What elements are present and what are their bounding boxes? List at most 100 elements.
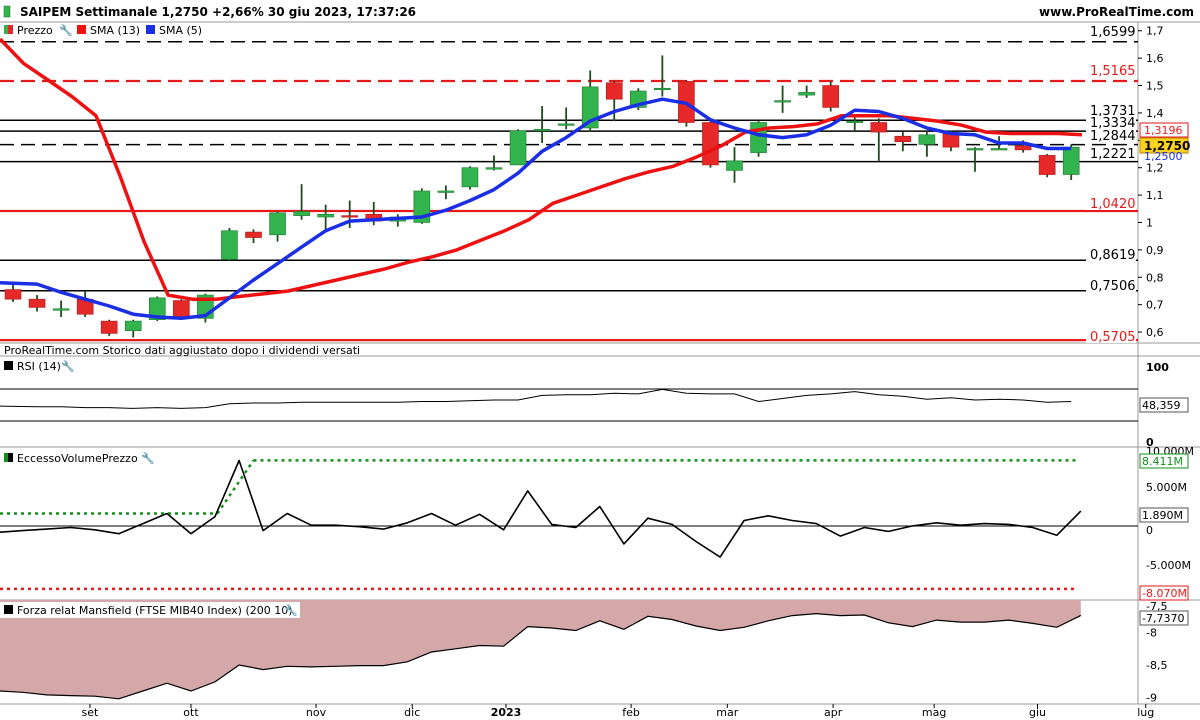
candle[interactable] <box>52 300 70 317</box>
y-tick-label: 1,5 <box>1146 80 1164 93</box>
candle[interactable] <box>245 229 262 244</box>
y-tick-label: 0,9 <box>1146 244 1164 257</box>
candle[interactable] <box>100 319 118 337</box>
candle[interactable] <box>461 166 479 190</box>
y-tick-label: 0,6 <box>1146 326 1164 339</box>
x-axis: set ott nov dic 2023 feb mar apr mag giu lug <box>82 704 1154 719</box>
level-label: 1,5165 <box>1090 64 1136 79</box>
candle-body <box>437 190 455 193</box>
settings-wrench-icon: 🔧 <box>61 359 75 373</box>
x-tick-label: giu <box>1029 706 1046 719</box>
x-tick-label: nov <box>306 706 327 719</box>
candle[interactable] <box>269 211 286 242</box>
x-tick-label: dic <box>404 706 420 719</box>
y-tick-label: 0,8 <box>1146 271 1164 284</box>
level-label: 1,2844 <box>1090 129 1136 144</box>
settings-wrench-icon: 🔧 <box>284 603 298 617</box>
candle-body <box>846 120 864 123</box>
level-label: 0,8619 <box>1090 248 1136 263</box>
rsi-last-label: 48,359 <box>1142 399 1181 412</box>
x-tick-label: 2023 <box>491 706 522 719</box>
legend-sma5-label: SMA (5) <box>159 24 202 37</box>
candle-body <box>1038 155 1056 175</box>
vol-upper-label: 8.411M <box>1142 455 1183 468</box>
candle[interactable] <box>726 147 743 183</box>
candle[interactable] <box>654 55 671 97</box>
y-tick-label: 1,6 <box>1146 52 1164 65</box>
candle[interactable] <box>4 284 22 302</box>
app-icon <box>3 5 11 18</box>
site-label: www.ProRealTime.com <box>1039 5 1194 19</box>
candle[interactable] <box>1038 154 1056 178</box>
candle[interactable] <box>822 81 840 112</box>
candle-body <box>245 231 262 238</box>
volume-excess-line <box>0 459 1082 558</box>
rsi-100-label: 100 <box>1146 361 1169 374</box>
candle-body <box>1014 145 1032 151</box>
candle-body <box>293 211 310 216</box>
candle[interactable] <box>870 118 888 161</box>
candle[interactable] <box>798 85 815 98</box>
vol-tick-label: 5.000M <box>1146 481 1187 494</box>
candle[interactable] <box>124 319 142 338</box>
sma5-line <box>0 97 1072 321</box>
legend-sma13-label: SMA (13) <box>90 24 140 37</box>
candle-body <box>4 289 22 300</box>
candle[interactable] <box>76 290 94 317</box>
y-tick-label: 1,4 <box>1146 107 1164 120</box>
candle-body <box>100 320 118 334</box>
mansfield-panel[interactable]: Forza relat Mansfield (FTSE MIB40 Index)… <box>0 600 1189 705</box>
level-label: 1,6599 <box>1090 25 1136 40</box>
x-tick-label: apr <box>824 706 843 719</box>
candle[interactable] <box>533 106 551 144</box>
candle-body <box>966 148 984 151</box>
vol-title: EccessoVolumePrezzo <box>17 452 138 465</box>
settings-wrench-icon: 🔧 <box>141 451 155 465</box>
settings-wrench-icon[interactable]: 🔧 <box>59 23 73 37</box>
y-tick-label: 1,1 <box>1146 189 1164 202</box>
chart-title: SAIPEM Settimanale 1,2750 +2,66% 30 giu … <box>20 5 416 19</box>
level-label: 1,0420 <box>1090 197 1136 212</box>
y-tick-label: 1,7 <box>1146 25 1164 38</box>
candle[interactable] <box>774 85 791 113</box>
candle[interactable] <box>702 121 719 168</box>
y-tick-label: 1,2 <box>1146 162 1164 175</box>
x-tick-label: feb <box>622 706 640 719</box>
mans-tick-label: -9 <box>1146 692 1157 705</box>
candle-body <box>509 130 527 166</box>
candle[interactable] <box>894 132 912 152</box>
legend-sma5-swatch <box>146 25 155 34</box>
candle-body <box>822 85 840 108</box>
legend-price-label: Prezzo <box>17 24 53 37</box>
mans-title: Forza relat Mansfield (FTSE MIB40 Index)… <box>17 604 293 617</box>
candle-body <box>990 148 1008 151</box>
candle[interactable] <box>918 132 936 157</box>
candle[interactable] <box>293 184 310 220</box>
mans-tick-label: -8,5 <box>1146 659 1167 672</box>
candle-body <box>1062 146 1080 175</box>
rsi-line <box>0 388 1072 409</box>
candle[interactable] <box>485 155 503 171</box>
candle[interactable] <box>750 121 767 157</box>
candle-body <box>870 122 888 133</box>
chart-svg: 0,60,70,80,911,11,21,31,41,51,61,71,6599… <box>0 0 1200 719</box>
rsi-panel[interactable]: RSI (14) 🔧 10048,3590 <box>0 358 1189 449</box>
candle[interactable] <box>966 147 984 172</box>
legend-price-swatch-up <box>4 25 8 34</box>
sma5-last-label: 1,2500 <box>1144 150 1183 163</box>
candle-body <box>750 122 767 153</box>
rsi-title: RSI (14) <box>17 360 61 373</box>
candle[interactable] <box>509 129 527 166</box>
candle[interactable] <box>28 295 46 312</box>
sma13-last-label: 1,3196 <box>1144 124 1183 137</box>
candle[interactable] <box>557 107 575 130</box>
candle-body <box>894 135 912 142</box>
price-panel[interactable]: 0,60,70,80,911,11,21,31,41,51,61,71,6599… <box>0 25 1190 345</box>
candle-body <box>798 92 815 96</box>
volume-excess-panel[interactable]: EccessoVolumePrezzo 🔧10.000M8.411M5.000M-… <box>0 445 1194 601</box>
candle[interactable] <box>221 227 238 261</box>
vol-zero-label: 0 <box>1146 524 1153 537</box>
dividend-note: ProRealTime.com Storico dati aggiustato … <box>4 344 360 357</box>
candle[interactable] <box>437 185 455 200</box>
mans-swatch <box>4 605 13 614</box>
